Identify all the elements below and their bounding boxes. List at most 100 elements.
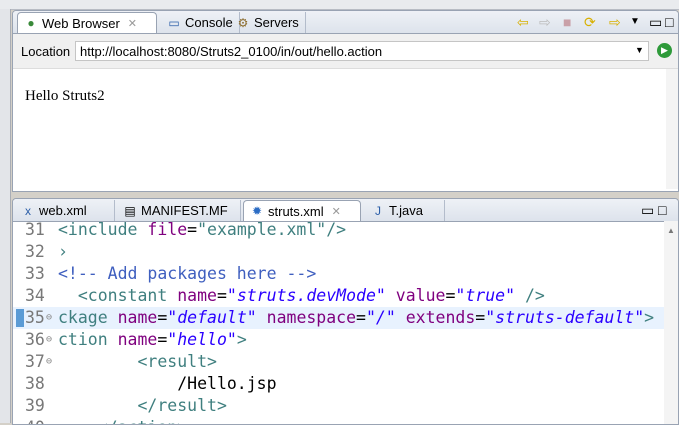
view-menu-icon[interactable]: ▼ — [630, 14, 640, 30]
globe-icon: ● — [27, 16, 35, 30]
code-line: 36 ⊖ ction name="hello"> — [13, 329, 664, 351]
code-token: </action> — [58, 418, 187, 424]
code-token: > — [236, 330, 247, 349]
line-number: 39 — [25, 396, 45, 415]
code-token: ction — [58, 330, 118, 349]
code-line: 33 <!-- Add packages here --> — [13, 263, 664, 285]
code-line: 34 <constant name="struts.devMode" value… — [13, 285, 664, 307]
tab-label: struts.xml — [268, 203, 324, 219]
stop-icon[interactable]: ■ — [563, 14, 571, 30]
gear-icon: ✹ — [251, 204, 263, 218]
editor-tab-row: x web.xml ▤ MANIFEST.MF ✹ struts.xml ✕ J T.ja… — [13, 199, 678, 222]
text-file-icon: ▤ — [124, 203, 136, 218]
vertical-scrollbar[interactable] — [666, 69, 678, 189]
code-token: "default" — [167, 308, 257, 327]
code-token: = — [187, 220, 198, 239]
code-line: 32 › — [13, 241, 664, 263]
minimize-icon[interactable]: ▭ — [649, 14, 662, 30]
line-number: 37 — [25, 352, 45, 371]
close-icon[interactable]: ✕ — [128, 17, 137, 30]
code-line: 38 /Hello.jsp — [13, 373, 664, 395]
scroll-up-icon[interactable]: ▲ — [667, 226, 675, 235]
code-token: <result> — [58, 352, 217, 371]
tab-web-browser[interactable]: ● Web Browser ✕ — [17, 12, 157, 33]
code-token: <include — [58, 220, 148, 239]
line-text: <include file="example.xml"/> — [58, 220, 346, 241]
tab-label: Console — [185, 15, 233, 30]
current-line-marker — [16, 309, 24, 327]
tab-manifest[interactable]: ▤ MANIFEST.MF — [117, 200, 241, 221]
back-icon[interactable]: ⇦ — [517, 14, 529, 30]
refresh-icon[interactable]: ⟳ — [584, 14, 596, 30]
code-line: 31 <include file="example.xml"/> — [13, 220, 664, 241]
line-text: ction name="hello"> — [58, 329, 247, 351]
tab-t-java[interactable]: J T.java — [365, 200, 445, 221]
code-token: = — [475, 308, 486, 327]
editor-scrollbar[interactable]: ▲ — [664, 221, 678, 424]
forward-icon[interactable]: ⇨ — [539, 14, 551, 30]
tab-label: MANIFEST.MF — [141, 203, 228, 218]
page-content: Hello Struts2 — [25, 88, 105, 104]
line-number: 35 — [25, 308, 45, 327]
tab-struts-xml[interactable]: ✹ struts.xml ✕ — [243, 200, 361, 221]
url-dropdown-icon[interactable]: ▼ — [635, 45, 644, 55]
code-token: </result> — [58, 396, 227, 415]
minimize-icon[interactable]: ▭ — [641, 202, 654, 218]
code-token: extends — [395, 308, 476, 327]
code-token: > — [644, 308, 655, 327]
code-token: "true" — [455, 286, 516, 305]
line-text: › — [58, 241, 68, 263]
code-token: "hello" — [167, 330, 237, 349]
tab-web-xml[interactable]: x web.xml — [15, 200, 115, 221]
line-number: 38 — [25, 374, 45, 393]
location-bar: Location http://localhost:8080/Struts2_0… — [13, 34, 678, 69]
code-token: ckage — [58, 308, 118, 327]
code-token: "struts.devMode" — [226, 286, 386, 305]
close-icon[interactable]: ✕ — [332, 205, 341, 218]
code-line: 37 ⊖ <result> — [13, 351, 664, 373]
url-input[interactable]: http://localhost:8080/Struts2_0100/in/ou… — [75, 41, 649, 61]
line-text: <result> — [58, 351, 217, 373]
xml-file-icon: x — [25, 203, 31, 218]
line-text: </result> — [58, 395, 227, 417]
left-trim — [0, 9, 11, 423]
java-file-icon: J — [375, 203, 381, 218]
line-text: ckage name="default" namespace="/" exten… — [58, 307, 654, 329]
editor-area: x web.xml ▤ MANIFEST.MF ✹ struts.xml ✕ J T.ja… — [12, 198, 679, 425]
code-token: /Hello.jsp — [58, 374, 277, 393]
servers-icon: ⚙ — [237, 15, 249, 30]
code-token: "struts-default" — [485, 308, 645, 327]
fold-icon[interactable]: ⊖ — [46, 329, 52, 351]
console-icon: ▭ — [168, 15, 180, 30]
code-token: namespace — [256, 308, 357, 327]
line-number: 33 — [25, 264, 45, 283]
code-token: = — [445, 286, 456, 305]
code-editor[interactable]: 31 <include file="example.xml"/> 32 › 33 <!--… — [13, 220, 678, 424]
tab-servers[interactable]: ⚙ Servers — [230, 12, 306, 33]
code-token: <!-- Add packages here --> — [58, 264, 317, 283]
code-token: = — [157, 330, 168, 349]
code-token: name — [117, 330, 158, 349]
code-token: = — [157, 308, 168, 327]
maximize-icon[interactable]: □ — [665, 14, 673, 30]
fold-icon[interactable]: ⊖ — [46, 351, 52, 373]
maximize-icon[interactable]: □ — [658, 202, 666, 218]
code-token: "/" — [365, 308, 396, 327]
code-token: <constant — [58, 286, 178, 305]
code-line: 35 ⊖ ckage name="default" namespace="/" ex… — [13, 307, 664, 329]
go-icon[interactable]: ▶ — [657, 43, 672, 58]
code-token: name — [177, 286, 217, 305]
line-number: 34 — [25, 286, 45, 305]
line-number: 36 — [25, 330, 45, 349]
code-token: value — [385, 286, 446, 305]
go-to-url-icon[interactable]: ⇨ — [609, 14, 621, 30]
location-label: Location — [21, 44, 71, 59]
line-text: /Hello.jsp — [58, 373, 277, 395]
tab-console[interactable]: ▭ Console — [161, 12, 240, 33]
tab-label: web.xml — [39, 203, 87, 218]
code-token: = — [216, 286, 227, 305]
tab-label: T.java — [389, 203, 423, 218]
fold-icon[interactable]: ⊖ — [46, 307, 52, 329]
line-text: <constant name="struts.devMode" value="t… — [58, 285, 545, 307]
line-number: 31 — [25, 220, 45, 239]
